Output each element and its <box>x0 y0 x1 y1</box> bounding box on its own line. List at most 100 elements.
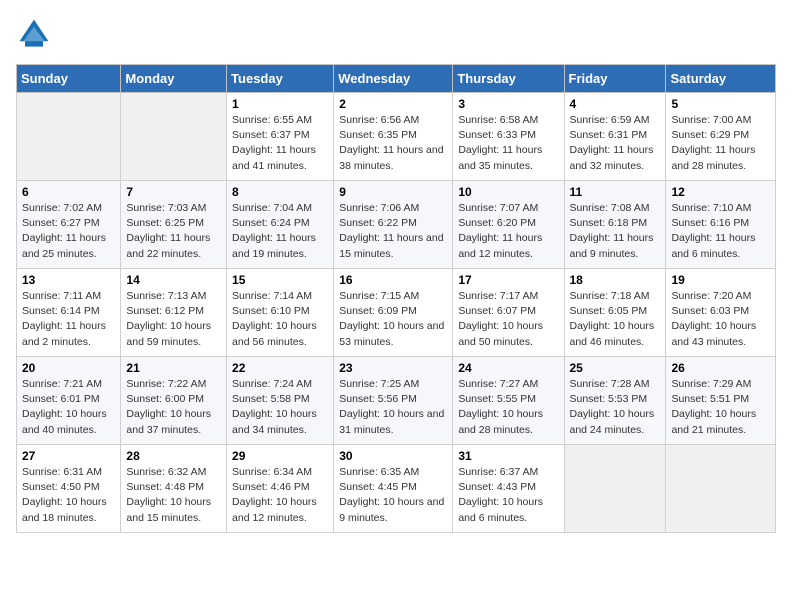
day-info: Sunrise: 7:13 AM Sunset: 6:12 PM Dayligh… <box>126 289 221 350</box>
calendar-cell: 26 Sunrise: 7:29 AM Sunset: 5:51 PM Dayli… <box>666 357 776 445</box>
day-info: Sunrise: 6:59 AM Sunset: 6:31 PM Dayligh… <box>570 113 661 174</box>
calendar-cell: 28 Sunrise: 6:32 AM Sunset: 4:48 PM Dayli… <box>121 445 227 533</box>
day-info: Sunrise: 7:10 AM Sunset: 6:16 PM Dayligh… <box>671 201 770 262</box>
day-info: Sunrise: 7:04 AM Sunset: 6:24 PM Dayligh… <box>232 201 328 262</box>
day-info: Sunrise: 7:14 AM Sunset: 6:10 PM Dayligh… <box>232 289 328 350</box>
day-info: Sunrise: 6:34 AM Sunset: 4:46 PM Dayligh… <box>232 465 328 526</box>
calendar-cell: 25Sunrise: 7:28 AM Sunset: 5:53 PM Dayli… <box>564 357 666 445</box>
calendar-cell: 4 Sunrise: 6:59 AM Sunset: 6:31 PM Daylig… <box>564 93 666 181</box>
day-info: Sunrise: 6:37 AM Sunset: 4:43 PM Dayligh… <box>458 465 558 526</box>
calendar-cell: 15 Sunrise: 7:14 AM Sunset: 6:10 PM Dayli… <box>227 269 334 357</box>
week-row-2: 6Sunrise: 7:02 AM Sunset: 6:27 PM Daylig… <box>17 181 776 269</box>
header-saturday: Saturday <box>666 65 776 93</box>
day-info: Sunrise: 7:20 AM Sunset: 6:03 PM Dayligh… <box>671 289 770 350</box>
day-info: Sunrise: 7:00 AM Sunset: 6:29 PM Dayligh… <box>671 113 770 174</box>
day-number: 1 <box>232 97 328 111</box>
day-info: Sunrise: 6:31 AM Sunset: 4:50 PM Dayligh… <box>22 465 115 526</box>
header-thursday: Thursday <box>453 65 564 93</box>
calendar-cell: 23Sunrise: 7:25 AM Sunset: 5:56 PM Dayli… <box>334 357 453 445</box>
calendar-cell <box>666 445 776 533</box>
page-header <box>16 16 776 52</box>
day-number: 7 <box>126 185 221 199</box>
day-number: 28 <box>126 449 221 463</box>
calendar-cell: 17 Sunrise: 7:17 AM Sunset: 6:07 PM Dayli… <box>453 269 564 357</box>
day-info: Sunrise: 6:55 AM Sunset: 6:37 PM Dayligh… <box>232 113 328 174</box>
calendar-cell: 11 Sunrise: 7:08 AM Sunset: 6:18 PM Dayli… <box>564 181 666 269</box>
calendar-cell: 22 Sunrise: 7:24 AM Sunset: 5:58 PM Dayli… <box>227 357 334 445</box>
week-row-5: 27 Sunrise: 6:31 AM Sunset: 4:50 PM Dayli… <box>17 445 776 533</box>
day-info: Sunrise: 7:06 AM Sunset: 6:22 PM Dayligh… <box>339 201 447 262</box>
header-tuesday: Tuesday <box>227 65 334 93</box>
calendar-cell: 6Sunrise: 7:02 AM Sunset: 6:27 PM Daylig… <box>17 181 121 269</box>
calendar-cell: 27 Sunrise: 6:31 AM Sunset: 4:50 PM Dayli… <box>17 445 121 533</box>
day-number: 2 <box>339 97 447 111</box>
calendar-cell: 8 Sunrise: 7:04 AM Sunset: 6:24 PM Daylig… <box>227 181 334 269</box>
day-info: Sunrise: 6:32 AM Sunset: 4:48 PM Dayligh… <box>126 465 221 526</box>
calendar-cell: 7 Sunrise: 7:03 AM Sunset: 6:25 PM Daylig… <box>121 181 227 269</box>
calendar-cell: 24 Sunrise: 7:27 AM Sunset: 5:55 PM Dayli… <box>453 357 564 445</box>
calendar-cell: 29 Sunrise: 6:34 AM Sunset: 4:46 PM Dayli… <box>227 445 334 533</box>
calendar-cell: 10 Sunrise: 7:07 AM Sunset: 6:20 PM Dayli… <box>453 181 564 269</box>
day-info: Sunrise: 7:11 AM Sunset: 6:14 PM Dayligh… <box>22 289 115 350</box>
day-info: Sunrise: 7:18 AM Sunset: 6:05 PM Dayligh… <box>570 289 661 350</box>
header-wednesday: Wednesday <box>334 65 453 93</box>
calendar-cell: 19 Sunrise: 7:20 AM Sunset: 6:03 PM Dayli… <box>666 269 776 357</box>
calendar-cell: 3 Sunrise: 6:58 AM Sunset: 6:33 PM Daylig… <box>453 93 564 181</box>
week-row-3: 13 Sunrise: 7:11 AM Sunset: 6:14 PM Dayli… <box>17 269 776 357</box>
day-number: 4 <box>570 97 661 111</box>
day-number: 25 <box>570 361 661 375</box>
day-number: 17 <box>458 273 558 287</box>
day-number: 24 <box>458 361 558 375</box>
calendar-cell: 21Sunrise: 7:22 AM Sunset: 6:00 PM Dayli… <box>121 357 227 445</box>
day-info: Sunrise: 7:27 AM Sunset: 5:55 PM Dayligh… <box>458 377 558 438</box>
day-number: 31 <box>458 449 558 463</box>
day-number: 11 <box>570 185 661 199</box>
day-number: 16 <box>339 273 447 287</box>
logo-icon <box>16 16 52 52</box>
day-info: Sunrise: 7:17 AM Sunset: 6:07 PM Dayligh… <box>458 289 558 350</box>
calendar-cell: 30 Sunrise: 6:35 AM Sunset: 4:45 PM Dayli… <box>334 445 453 533</box>
day-info: Sunrise: 7:15 AM Sunset: 6:09 PM Dayligh… <box>339 289 447 350</box>
day-number: 22 <box>232 361 328 375</box>
day-number: 26 <box>671 361 770 375</box>
day-info: Sunrise: 7:25 AM Sunset: 5:56 PM Dayligh… <box>339 377 447 438</box>
week-row-4: 20 Sunrise: 7:21 AM Sunset: 6:01 PM Dayli… <box>17 357 776 445</box>
day-info: Sunrise: 7:03 AM Sunset: 6:25 PM Dayligh… <box>126 201 221 262</box>
day-info: Sunrise: 7:21 AM Sunset: 6:01 PM Dayligh… <box>22 377 115 438</box>
day-info: Sunrise: 7:08 AM Sunset: 6:18 PM Dayligh… <box>570 201 661 262</box>
calendar-table: SundayMondayTuesdayWednesdayThursdayFrid… <box>16 64 776 533</box>
day-number: 18 <box>570 273 661 287</box>
calendar-cell: 9 Sunrise: 7:06 AM Sunset: 6:22 PM Daylig… <box>334 181 453 269</box>
day-info: Sunrise: 7:22 AM Sunset: 6:00 PM Dayligh… <box>126 377 221 438</box>
day-info: Sunrise: 7:29 AM Sunset: 5:51 PM Dayligh… <box>671 377 770 438</box>
calendar-cell: 13 Sunrise: 7:11 AM Sunset: 6:14 PM Dayli… <box>17 269 121 357</box>
day-number: 29 <box>232 449 328 463</box>
day-number: 30 <box>339 449 447 463</box>
day-info: Sunrise: 7:07 AM Sunset: 6:20 PM Dayligh… <box>458 201 558 262</box>
day-number: 10 <box>458 185 558 199</box>
day-number: 3 <box>458 97 558 111</box>
calendar-cell: 5 Sunrise: 7:00 AM Sunset: 6:29 PM Daylig… <box>666 93 776 181</box>
day-number: 8 <box>232 185 328 199</box>
day-info: Sunrise: 7:02 AM Sunset: 6:27 PM Dayligh… <box>22 201 115 262</box>
header-monday: Monday <box>121 65 227 93</box>
header-friday: Friday <box>564 65 666 93</box>
calendar-cell: 31 Sunrise: 6:37 AM Sunset: 4:43 PM Dayli… <box>453 445 564 533</box>
day-number: 20 <box>22 361 115 375</box>
day-number: 27 <box>22 449 115 463</box>
day-info: Sunrise: 6:56 AM Sunset: 6:35 PM Dayligh… <box>339 113 447 174</box>
day-info: Sunrise: 6:35 AM Sunset: 4:45 PM Dayligh… <box>339 465 447 526</box>
day-number: 13 <box>22 273 115 287</box>
day-number: 15 <box>232 273 328 287</box>
calendar-cell <box>564 445 666 533</box>
day-number: 5 <box>671 97 770 111</box>
calendar-cell: 18 Sunrise: 7:18 AM Sunset: 6:05 PM Dayli… <box>564 269 666 357</box>
day-info: Sunrise: 7:24 AM Sunset: 5:58 PM Dayligh… <box>232 377 328 438</box>
calendar-header-row: SundayMondayTuesdayWednesdayThursdayFrid… <box>17 65 776 93</box>
day-number: 19 <box>671 273 770 287</box>
week-row-1: 1 Sunrise: 6:55 AM Sunset: 6:37 PM Daylig… <box>17 93 776 181</box>
calendar-cell <box>121 93 227 181</box>
calendar-cell: 12Sunrise: 7:10 AM Sunset: 6:16 PM Dayli… <box>666 181 776 269</box>
day-number: 9 <box>339 185 447 199</box>
day-info: Sunrise: 6:58 AM Sunset: 6:33 PM Dayligh… <box>458 113 558 174</box>
